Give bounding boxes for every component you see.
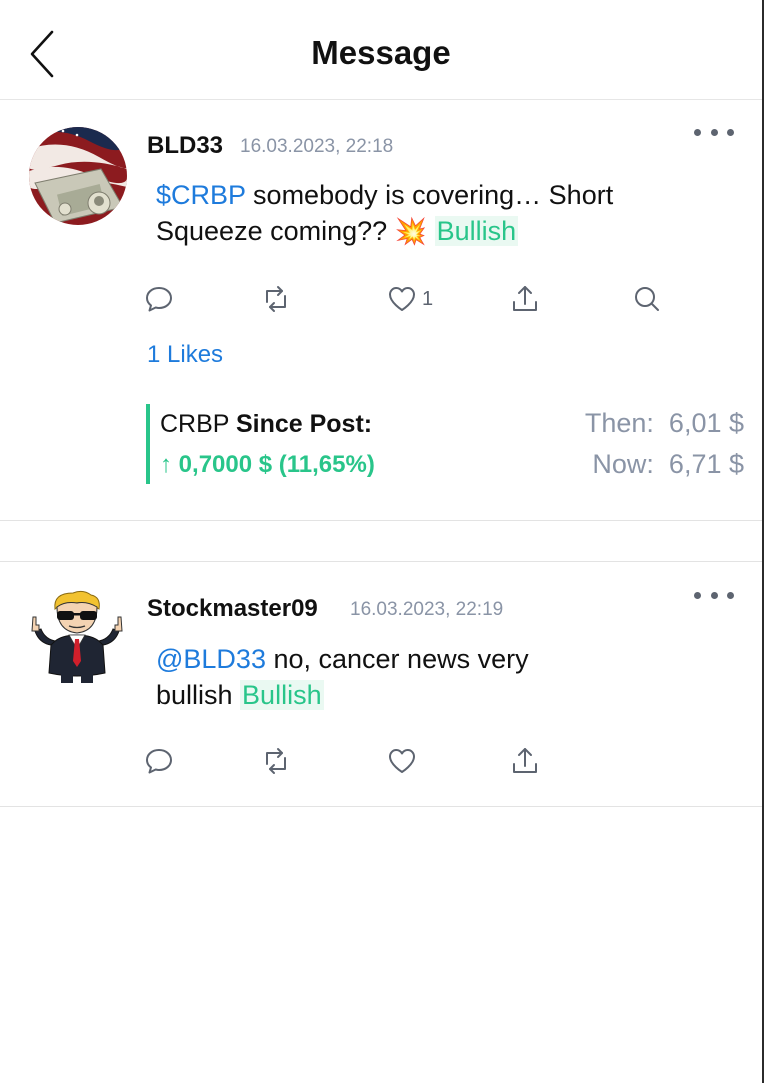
message-text: no, cancer news very xyxy=(265,644,529,674)
page-title: Message xyxy=(311,34,451,71)
repost-button[interactable] xyxy=(260,743,292,779)
dot-icon xyxy=(694,128,701,136)
message-post: Stockmaster09 16.03.2023, 22:19 @BLD33 n… xyxy=(0,563,762,807)
dot-icon xyxy=(727,591,734,599)
repost-icon xyxy=(266,286,286,312)
sentiment-badge: Bullish xyxy=(240,680,324,710)
share-button[interactable] xyxy=(509,281,541,317)
price-change: ↑ 0,7000 $ (11,65%) xyxy=(160,451,375,479)
more-options-button[interactable] xyxy=(694,122,734,142)
then-price: Then: 6,01 $ xyxy=(585,408,744,439)
message-text: somebody is covering… Short xyxy=(245,180,614,210)
like-count: 1 xyxy=(422,287,434,310)
heart-icon xyxy=(389,287,415,311)
message-post: BLD33 16.03.2023, 22:18 $CRBP somebody i… xyxy=(0,101,762,521)
mention-link[interactable]: @BLD33 xyxy=(156,644,266,674)
comment-icon xyxy=(146,749,172,774)
avatar[interactable] xyxy=(29,587,127,685)
message-body: @BLD33 no, cancer news very bullish Bull… xyxy=(156,641,716,713)
dot-icon xyxy=(710,591,718,599)
action-bar: 1 xyxy=(143,281,683,317)
repost-button[interactable] xyxy=(260,281,292,317)
timestamp: 16.03.2023, 22:18 xyxy=(240,136,394,157)
search-button[interactable] xyxy=(631,281,663,317)
timestamp: 16.03.2023, 22:19 xyxy=(350,599,504,620)
likes-link[interactable]: 1 Likes xyxy=(147,341,223,369)
dot-icon xyxy=(694,591,701,599)
comment-icon xyxy=(146,287,172,312)
separator xyxy=(0,522,762,562)
now-label: Now: xyxy=(592,449,654,479)
message-text: Squeeze coming?? xyxy=(156,216,395,246)
since-post-heading: CRBP Since Post: xyxy=(160,410,372,439)
username[interactable]: Stockmaster09 xyxy=(147,595,318,623)
now-value: 6,71 $ xyxy=(668,449,744,479)
now-price: Now: 6,71 $ xyxy=(592,449,744,480)
price-since-post-card: CRBP Since Post: ↑ 0,7000 $ (11,65%) The… xyxy=(146,404,746,484)
heart-icon xyxy=(389,749,415,773)
dot-icon xyxy=(727,128,734,136)
share-button[interactable] xyxy=(509,743,541,779)
then-value: 6,01 $ xyxy=(668,408,744,438)
action-bar xyxy=(143,743,683,779)
since-post-label: Since Post: xyxy=(235,410,373,438)
like-button[interactable]: 1 xyxy=(386,281,433,317)
like-button[interactable] xyxy=(386,743,418,779)
search-icon xyxy=(635,287,659,311)
then-label: Then: xyxy=(584,408,654,438)
collision-emoji-icon: 💥 xyxy=(394,216,428,246)
reply-button[interactable] xyxy=(143,281,175,317)
cashtag-link[interactable]: $CRBP xyxy=(156,180,246,210)
share-icon xyxy=(513,286,537,311)
message-text: bullish xyxy=(156,680,241,710)
message-body: $CRBP somebody is covering… Short Squeez… xyxy=(156,177,716,249)
symbol[interactable]: CRBP xyxy=(160,410,229,438)
arrow-up-icon: ↑ xyxy=(160,451,172,478)
username[interactable]: BLD33 xyxy=(147,132,223,160)
dot-icon xyxy=(710,128,718,136)
avatar[interactable] xyxy=(29,127,127,225)
share-icon xyxy=(513,748,537,773)
more-options-button[interactable] xyxy=(694,585,734,605)
sentiment-badge: Bullish xyxy=(434,216,519,246)
repost-icon xyxy=(266,748,286,774)
price-change-value: 0,7000 $ (11,65%) xyxy=(178,451,375,478)
top-bar: Message xyxy=(0,0,762,100)
reply-button[interactable] xyxy=(143,743,175,779)
